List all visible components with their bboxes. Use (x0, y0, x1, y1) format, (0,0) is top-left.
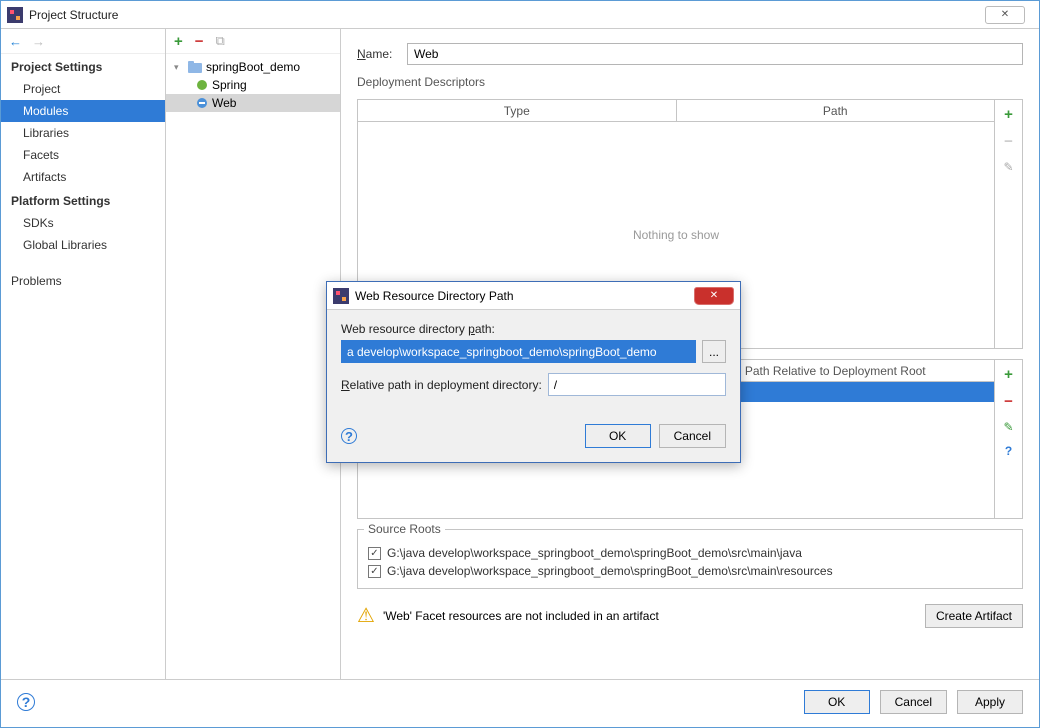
webres-edit-icon[interactable]: ✎ (1003, 420, 1013, 434)
tree-root-label: springBoot_demo (206, 60, 300, 74)
tree-item-web[interactable]: Web (166, 94, 340, 112)
nav-item-libraries[interactable]: Libraries (1, 122, 165, 144)
nav-item-artifacts[interactable]: Artifacts (1, 166, 165, 188)
modal-dialog: Web Resource Directory Path ✕ Web resour… (326, 281, 741, 463)
nav-item-global-libraries[interactable]: Global Libraries (1, 234, 165, 256)
titlebar: Project Structure ✕ (1, 1, 1039, 29)
create-artifact-button[interactable]: Create Artifact (925, 604, 1023, 628)
deploy-edit-icon[interactable]: ✎ (1003, 160, 1013, 174)
source-root-row[interactable]: ✓ G:\java develop\workspace_springboot_d… (368, 544, 1012, 562)
module-tree-panel: + − ⧉ ▾ springBoot_demo Spring Web (166, 29, 341, 679)
deploy-remove-icon[interactable]: − (1004, 133, 1013, 150)
module-folder-icon (188, 61, 202, 73)
tree-item-spring[interactable]: Spring (166, 76, 340, 94)
add-icon[interactable]: + (174, 33, 183, 50)
left-navigation: ← → Project Settings Project Modules Lib… (1, 29, 166, 679)
deploy-add-icon[interactable]: + (1004, 106, 1013, 123)
window-close-button[interactable]: ✕ (985, 6, 1025, 24)
chevron-down-icon: ▾ (174, 62, 184, 73)
modal-close-button[interactable]: ✕ (694, 287, 734, 305)
nav-item-modules[interactable]: Modules (1, 100, 165, 122)
module-tree: ▾ springBoot_demo Spring Web (166, 54, 340, 116)
help-icon[interactable]: ? (17, 693, 35, 711)
left-toolbar: ← → (1, 29, 165, 54)
modal-help-icon[interactable]: ? (341, 428, 357, 444)
checkbox-icon[interactable]: ✓ (368, 547, 381, 560)
modal-path-label: Web resource directory path: (341, 322, 726, 336)
col-path[interactable]: Path (677, 100, 995, 121)
copy-icon[interactable]: ⧉ (216, 33, 225, 49)
modal-ok-button[interactable]: OK (585, 424, 651, 448)
source-roots-panel: Source Roots ✓ G:\java develop\workspace… (357, 529, 1023, 589)
spring-icon (196, 79, 208, 91)
modal-relpath-label: Relative path in deployment directory: (341, 378, 542, 392)
modal-titlebar: Web Resource Directory Path ✕ (327, 282, 740, 310)
tree-item-label: Spring (212, 78, 247, 92)
nav-item-project[interactable]: Project (1, 78, 165, 100)
deployment-label: Deployment Descriptors (357, 75, 1023, 89)
nav-item-sdks[interactable]: SDKs (1, 212, 165, 234)
cancel-button[interactable]: Cancel (880, 690, 947, 714)
source-roots-label: Source Roots (364, 522, 445, 536)
modal-title-text: Web Resource Directory Path (355, 289, 514, 303)
apply-button[interactable]: Apply (957, 690, 1023, 714)
name-input[interactable] (407, 43, 1023, 65)
web-icon (196, 97, 208, 109)
webres-help-icon[interactable]: ? (1005, 444, 1012, 458)
remove-icon[interactable]: − (195, 33, 204, 50)
nav-item-problems[interactable]: Problems (1, 270, 165, 292)
tree-root[interactable]: ▾ springBoot_demo (166, 58, 340, 76)
source-root-path: G:\java develop\workspace_springboot_dem… (387, 546, 802, 560)
warning-icon: ⚠ (357, 603, 375, 628)
warning-row: ⚠ 'Web' Facet resources are not included… (357, 599, 1023, 632)
tree-item-label: Web (212, 96, 236, 110)
ok-button[interactable]: OK (804, 690, 870, 714)
warning-text: 'Web' Facet resources are not included i… (383, 609, 659, 623)
app-logo-icon (333, 288, 349, 304)
app-logo-icon (7, 7, 23, 23)
nav-header-platform-settings: Platform Settings (1, 188, 165, 212)
back-icon[interactable]: ← (9, 34, 22, 49)
modal-cancel-button[interactable]: Cancel (659, 424, 726, 448)
webres-add-icon[interactable]: + (1004, 366, 1013, 383)
webres-remove-icon[interactable]: − (1004, 393, 1013, 410)
nav-header-project-settings: Project Settings (1, 54, 165, 78)
dialog-footer: ? OK Cancel Apply (1, 679, 1039, 723)
nav-item-facets[interactable]: Facets (1, 144, 165, 166)
source-root-path: G:\java develop\workspace_springboot_dem… (387, 564, 833, 578)
browse-button[interactable]: ... (702, 340, 726, 363)
col-type[interactable]: Type (358, 100, 677, 121)
modal-path-input[interactable] (341, 340, 696, 363)
name-label: Name: (357, 47, 397, 61)
modal-relpath-input[interactable] (548, 373, 726, 396)
module-toolbar: + − ⧉ (166, 29, 340, 54)
forward-icon[interactable]: → (32, 34, 45, 49)
window-title: Project Structure (29, 8, 118, 22)
source-root-row[interactable]: ✓ G:\java develop\workspace_springboot_d… (368, 562, 1012, 580)
checkbox-icon[interactable]: ✓ (368, 565, 381, 578)
